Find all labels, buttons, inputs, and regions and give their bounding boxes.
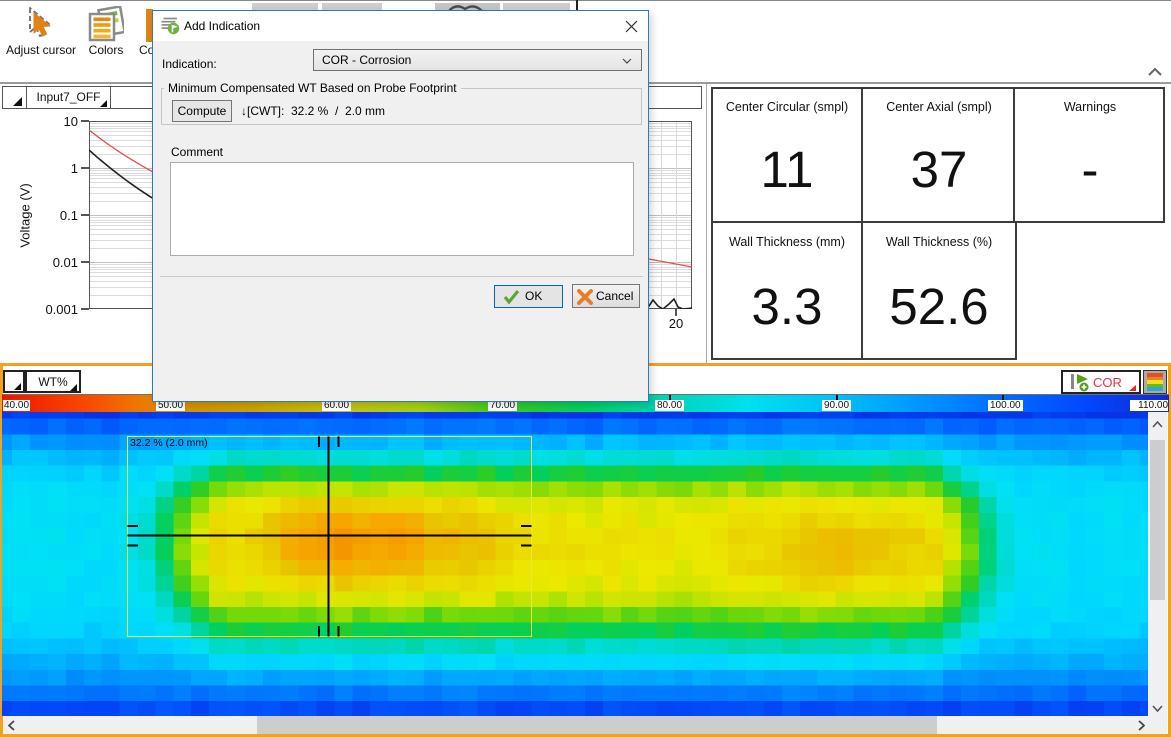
svg-text:32.2 % (2.0 mm): 32.2 % (2.0 mm): [130, 437, 208, 449]
